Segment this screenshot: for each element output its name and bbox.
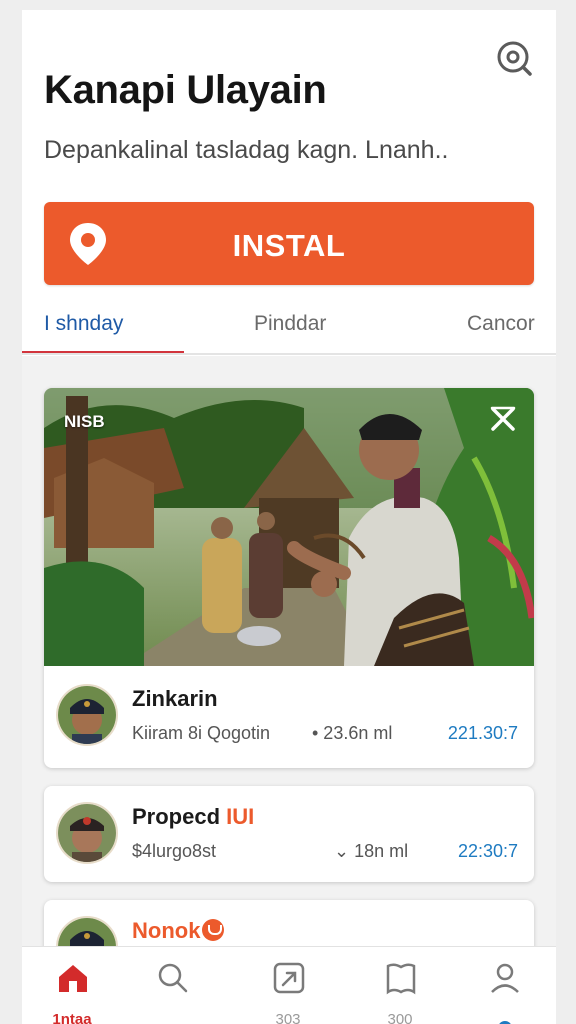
nav-share-label: 303	[275, 1011, 301, 1024]
nav-home[interactable]: 1ntaa	[32, 947, 112, 1024]
item-subtitle: Kiiram 8i Qogotin	[132, 723, 271, 743]
avatar	[56, 684, 118, 746]
item-distance: • 23.6n ml	[312, 723, 393, 743]
item-name-highlight: Nonok	[132, 918, 201, 943]
item-name-text: Propecd	[132, 804, 227, 829]
featured-card[interactable]: NISB Zinkarin Kiiram 8i Qogotin • 23.6n …	[44, 388, 534, 768]
list-item[interactable]: Zinkarin Kiiram 8i Qogotin • 23.6n ml 22…	[44, 668, 534, 764]
search-icon	[497, 41, 532, 76]
page-subtitle: Depankalinal tasladag kagn. Lnanh..	[44, 136, 449, 164]
nav-search[interactable]	[132, 947, 212, 1024]
item-name-highlight: IUI	[226, 804, 255, 829]
nav-share[interactable]: 303	[248, 947, 328, 1024]
item-name: Zinkarin	[132, 686, 218, 711]
tab-cancor[interactable]: Cancor	[467, 312, 535, 336]
item-time: 22:30:7	[457, 841, 518, 861]
bookmark-icon	[386, 963, 416, 995]
nav-profile[interactable]	[464, 947, 544, 1024]
tab-pinddar[interactable]: Pinddar	[254, 312, 326, 336]
item-name: Nonok	[132, 918, 225, 944]
avatar	[56, 802, 118, 864]
badge-icon	[202, 919, 225, 941]
home-icon	[59, 965, 87, 992]
app-screen: Kanapi Ulayain Depankalinal tasladag kag…	[22, 10, 556, 1024]
nav-bookmark-label: 300	[387, 1011, 413, 1024]
featured-photo	[44, 388, 534, 666]
nav-bookmark[interactable]: 300	[360, 947, 440, 1024]
item-distance: ⌄ 18n ml	[334, 841, 409, 861]
bottom-nav: 1ntaa 303 300	[22, 946, 556, 1024]
search-button[interactable]	[494, 38, 534, 78]
featured-badge: NISB	[64, 412, 105, 431]
item-subtitle: $4lurgo8st	[132, 841, 217, 861]
search-icon	[158, 963, 188, 993]
item-time: 221.30:7	[447, 723, 518, 743]
install-button[interactable]: INSTAL	[44, 202, 534, 285]
header: Kanapi Ulayain Depankalinal tasladag kag…	[22, 10, 556, 356]
page-title: Kanapi Ulayain	[44, 68, 327, 112]
divider	[22, 353, 556, 355]
share-box-icon	[273, 962, 305, 994]
close-icon[interactable]	[488, 404, 518, 434]
profile-icon	[491, 963, 519, 993]
list-card[interactable]: Propecd IUI $4lurgo8st ⌄ 18n ml 22:30:7	[44, 786, 534, 882]
nav-home-label: 1ntaa	[52, 1011, 92, 1024]
tab-ishnday[interactable]: I shnday	[44, 312, 123, 336]
item-name: Propecd IUI	[132, 804, 254, 830]
tab-bar: I shnday Pinddar Cancor	[22, 300, 556, 356]
list-item[interactable]: Propecd IUI $4lurgo8st ⌄ 18n ml 22:30:7	[44, 786, 534, 882]
install-label: INSTAL	[232, 228, 346, 263]
